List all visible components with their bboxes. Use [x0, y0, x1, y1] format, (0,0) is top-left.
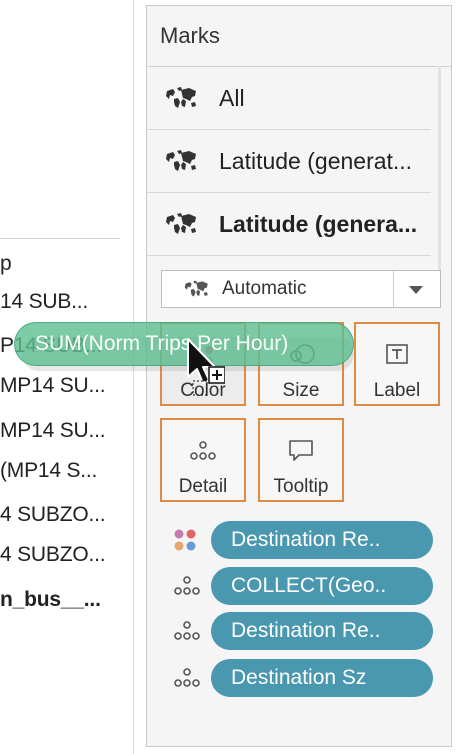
layers-scrollbar[interactable]: [438, 66, 441, 276]
detail-button[interactable]: Detail: [160, 418, 246, 502]
field-pill[interactable]: COLLECT(Geo..: [211, 567, 433, 605]
divider: [0, 238, 120, 239]
drag-cursor-icon: [187, 338, 225, 396]
marks-field-row: Destination Re..: [171, 611, 433, 651]
field-item[interactable]: MP14 SU...: [0, 374, 106, 398]
field-item[interactable]: 4 SUBZO...: [0, 543, 106, 567]
field-item[interactable]: (MP14 S...: [0, 459, 97, 483]
label-icon: [384, 342, 410, 368]
marks-layer-latitude-2[interactable]: Latitude (genera...: [147, 193, 431, 256]
label-button[interactable]: Label: [354, 322, 440, 406]
field-item[interactable]: MP14 SU...: [0, 419, 106, 443]
marks-title: Marks: [160, 23, 220, 48]
marks-layer-latitude-1[interactable]: Latitude (generat...: [147, 130, 431, 193]
marks-field-row: Destination Sz: [171, 658, 433, 698]
map-icon: [166, 150, 196, 171]
marks-layer-all[interactable]: All: [147, 67, 431, 130]
detail-icon[interactable]: [171, 616, 205, 646]
chevron-down-icon[interactable]: [409, 286, 423, 294]
marks-field-row: Destination Re..: [171, 520, 433, 560]
field-item[interactable]: 14 SUB...: [0, 290, 88, 314]
detail-icon[interactable]: [171, 571, 205, 601]
mark-type-value: Automatic: [222, 278, 307, 299]
dragged-field-pill[interactable]: SUM(Norm Trips Per Hour): [14, 322, 354, 366]
detail-icon: [187, 438, 219, 464]
map-icon: [184, 280, 208, 297]
data-pane: p 14 SUB... P14 SUB... MP14 SU... MP14 S…: [0, 0, 133, 754]
field-pill[interactable]: Destination Re..: [211, 521, 433, 559]
field-item[interactable]: p: [0, 252, 12, 276]
field-pill[interactable]: Destination Re..: [211, 612, 433, 650]
size-label: Size: [282, 380, 320, 401]
mark-type-dropdown[interactable]: Automatic: [161, 270, 441, 308]
tooltip-icon: [287, 438, 315, 464]
tooltip-label: Tooltip: [273, 476, 329, 497]
layer-label: Latitude (generat...: [219, 147, 413, 174]
tooltip-button[interactable]: Tooltip: [258, 418, 344, 502]
layer-label: Latitude (genera...: [219, 210, 418, 237]
field-pill[interactable]: Destination Sz: [211, 659, 433, 697]
detail-label: Detail: [178, 476, 228, 497]
map-icon: [166, 213, 196, 234]
field-item[interactable]: 4 SUBZO...: [0, 503, 106, 527]
color-icon[interactable]: [171, 525, 205, 555]
map-icon: [166, 87, 196, 108]
marks-field-row: COLLECT(Geo..: [171, 566, 433, 606]
pane-divider[interactable]: [133, 0, 134, 754]
label-label: Label: [373, 380, 421, 401]
layer-label: All: [219, 84, 245, 111]
divider: [393, 271, 394, 307]
detail-icon[interactable]: [171, 663, 205, 693]
field-item[interactable]: n_bus__...: [0, 588, 101, 612]
